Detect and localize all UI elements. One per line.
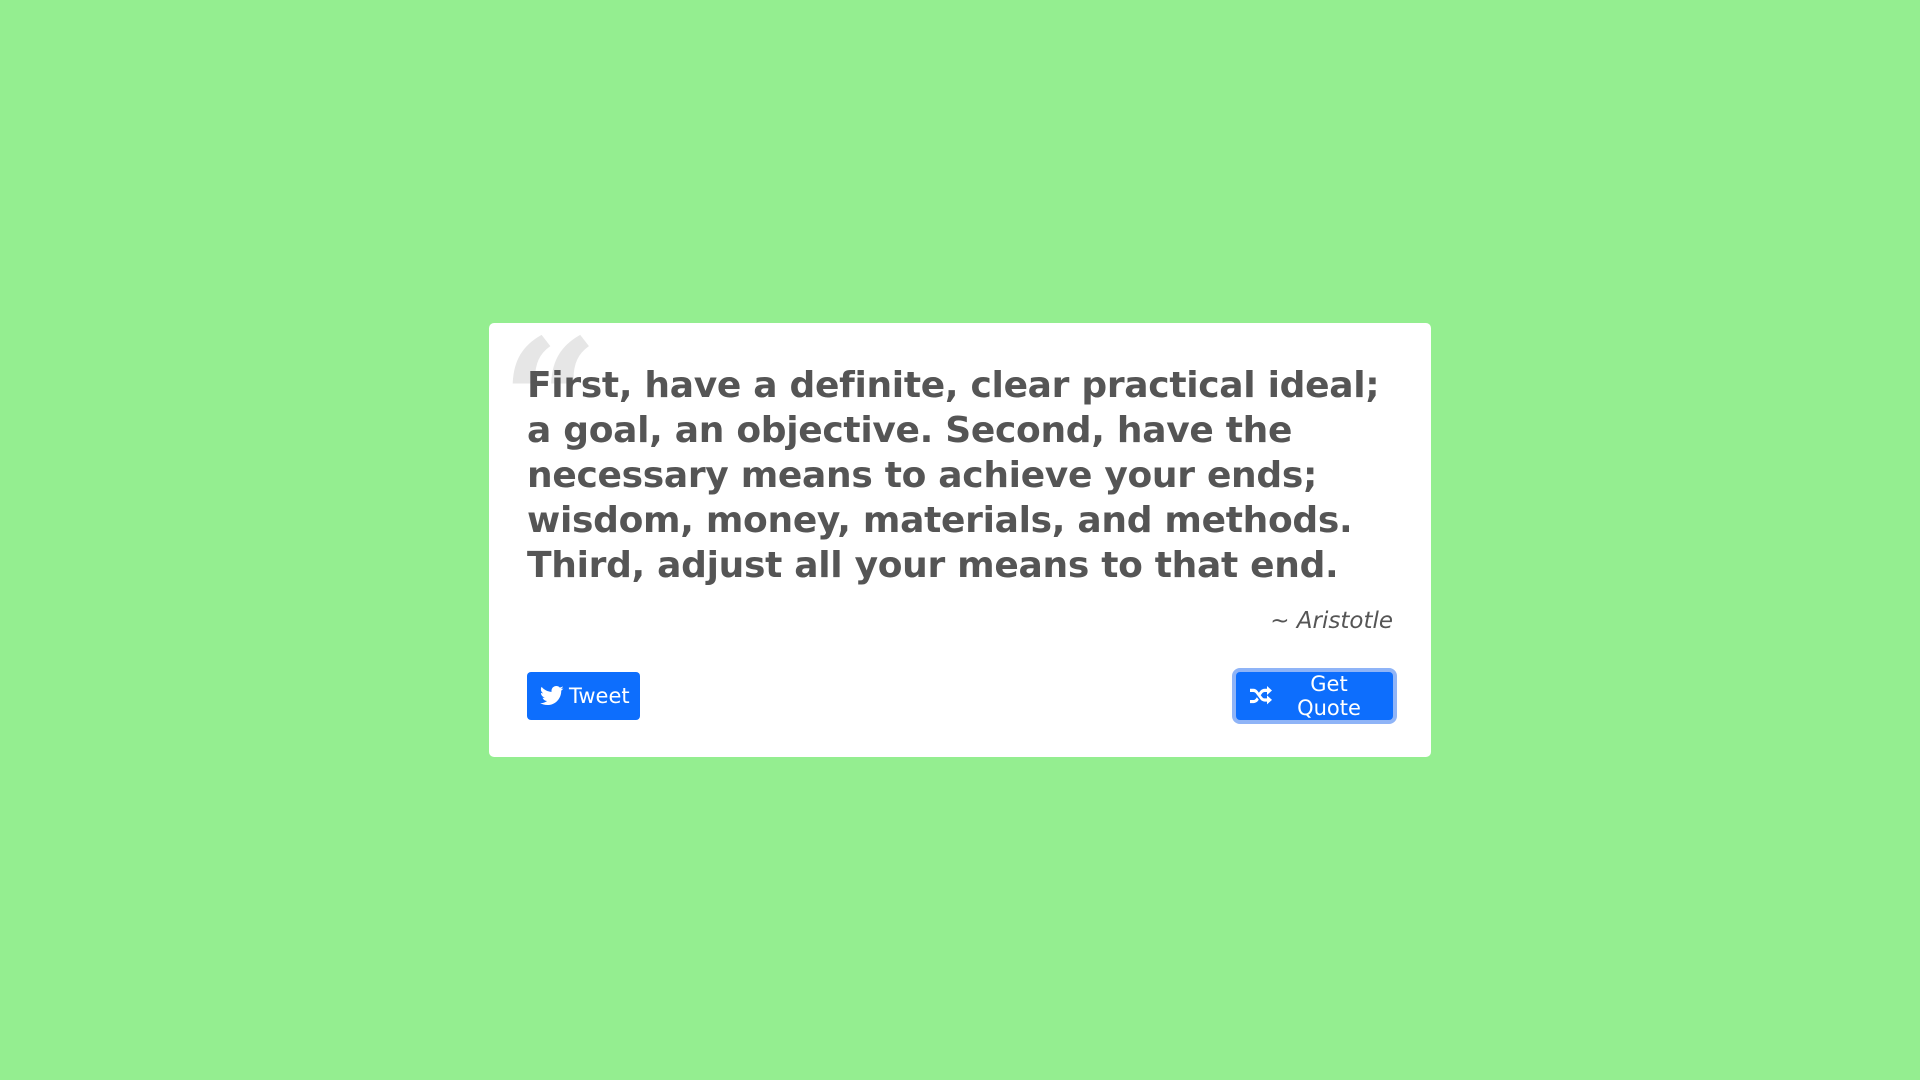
get-quote-button-label: Get Quote [1297, 672, 1361, 720]
get-quote-button[interactable]: Get Quote [1236, 672, 1393, 720]
shuffle-icon [1249, 684, 1273, 708]
action-bar: Tweet Get Quote [527, 672, 1393, 720]
quote-card: “ First, have a definite, clear practica… [489, 317, 1431, 757]
tweet-button[interactable]: Tweet [527, 672, 640, 720]
twitter-icon [540, 684, 564, 708]
quote-author: ~ Aristotle [1270, 608, 1393, 634]
tweet-button-label: Tweet [569, 684, 630, 708]
quote-text: First, have a definite, clear practical … [527, 365, 1380, 586]
